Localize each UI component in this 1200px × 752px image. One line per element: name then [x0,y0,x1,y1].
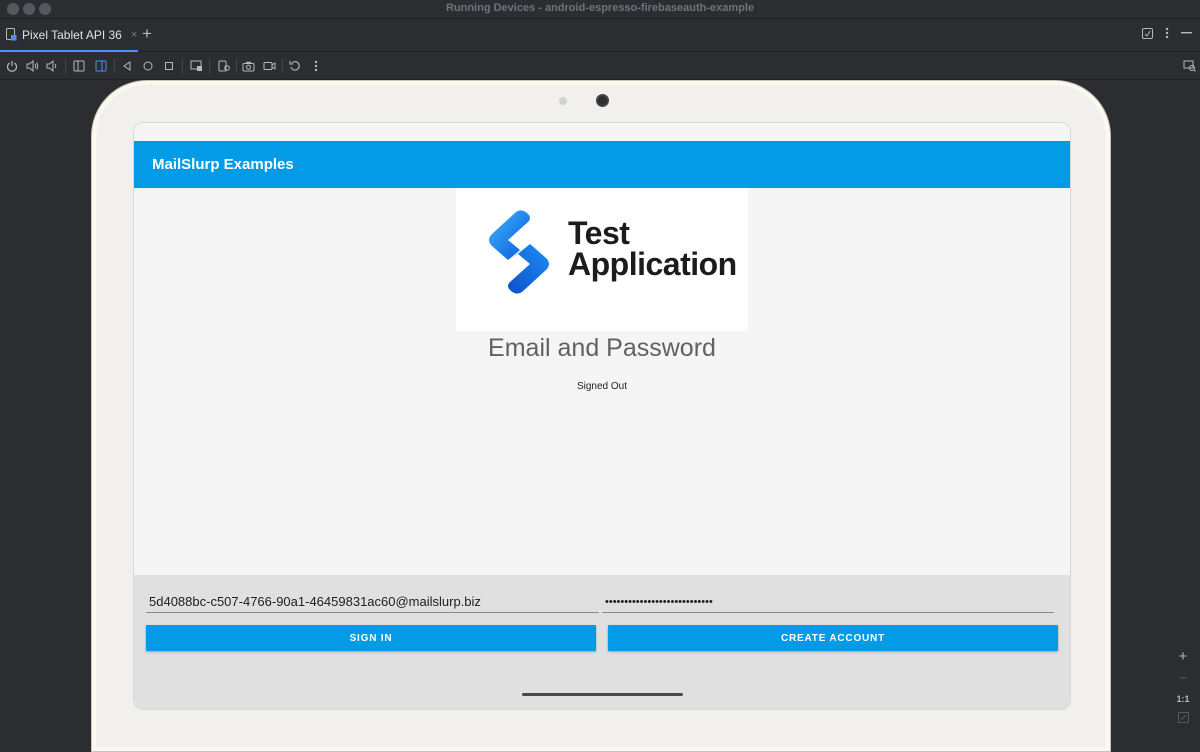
device-record-icon[interactable] [217,59,231,73]
toolbar-separator [65,59,66,73]
add-tab-button[interactable]: + [142,25,152,43]
sensor-dot [559,97,567,105]
toolbar-separator [209,59,210,73]
logo-text-line1: Test [568,215,630,251]
tab-close-icon[interactable]: × [131,29,137,41]
video-icon[interactable] [262,59,276,73]
zoom-in-button[interactable]: + [1179,649,1188,664]
more-icon[interactable] [309,59,323,73]
auth-status-text: Signed Out [576,381,628,392]
device-icon [6,28,17,41]
tab-label: Pixel Tablet API 36 [22,27,122,42]
logo-text-line2: Application [568,246,737,282]
toolbar-separator [282,59,283,73]
device-screen[interactable]: MailSlurp Examples Test Application Emai… [133,122,1071,710]
toolbar-separator [236,59,237,73]
sign-in-button[interactable]: SIGN IN [146,625,596,651]
device-toolbar [0,53,1200,80]
app-bar-title: MailSlurp Examples [152,156,294,173]
fit-screen-icon[interactable] [1177,712,1189,723]
rotate-left-icon[interactable] [72,59,86,73]
power-icon[interactable] [5,59,19,73]
screenshot-icon[interactable] [189,59,203,73]
home-icon[interactable] [141,59,155,73]
app-bar: MailSlurp Examples [134,141,1070,188]
zoom-controls: + − 1:1 [1172,649,1194,736]
app-logo: Test Application [456,188,748,331]
create-account-button[interactable]: CREATE ACCOUNT [608,625,1058,651]
volume-up-icon[interactable] [25,59,39,73]
tab-pixel-tablet[interactable]: Pixel Tablet API 36 × [0,19,138,52]
status-bar [134,123,1070,141]
password-field[interactable]: •••••••••••••••••••••••••••• [602,591,1054,613]
rotate-right-icon[interactable] [94,59,108,73]
front-camera [596,94,609,107]
zoom-actual-size-button[interactable]: 1:1 [1176,694,1189,704]
logo-text: Test Application [568,215,737,282]
logo-mark-icon [489,210,549,294]
window-icon[interactable] [1142,27,1153,39]
camera-icon[interactable] [241,59,255,73]
page-title: Email and Password [488,334,716,362]
auth-form-panel: 5d4088bc-c507-4766-90a1-46459831ac60@mai… [134,575,1070,709]
back-icon[interactable] [120,59,134,73]
gesture-nav-bar[interactable] [522,693,683,696]
minimize-icon[interactable] [1181,32,1192,34]
reset-icon[interactable] [288,59,302,73]
tablet-frame: MailSlurp Examples Test Application Emai… [91,80,1111,752]
toolbar-separator [114,59,115,73]
volume-down-icon[interactable] [45,59,59,73]
more-vertical-icon[interactable] [1165,27,1169,39]
overview-icon[interactable] [162,59,176,73]
device-tab-bar: Pixel Tablet API 36 × + [0,19,1200,52]
device-mirroring-icon[interactable] [1182,59,1196,73]
zoom-out-button[interactable]: − [1179,671,1188,686]
window-title: Running Devices - android-espresso-fireb… [445,2,755,14]
toolbar-separator [182,59,183,73]
email-field[interactable]: 5d4088bc-c507-4766-90a1-46459831ac60@mai… [146,591,599,613]
window-title-bar: Running Devices - android-espresso-fireb… [0,0,1200,19]
